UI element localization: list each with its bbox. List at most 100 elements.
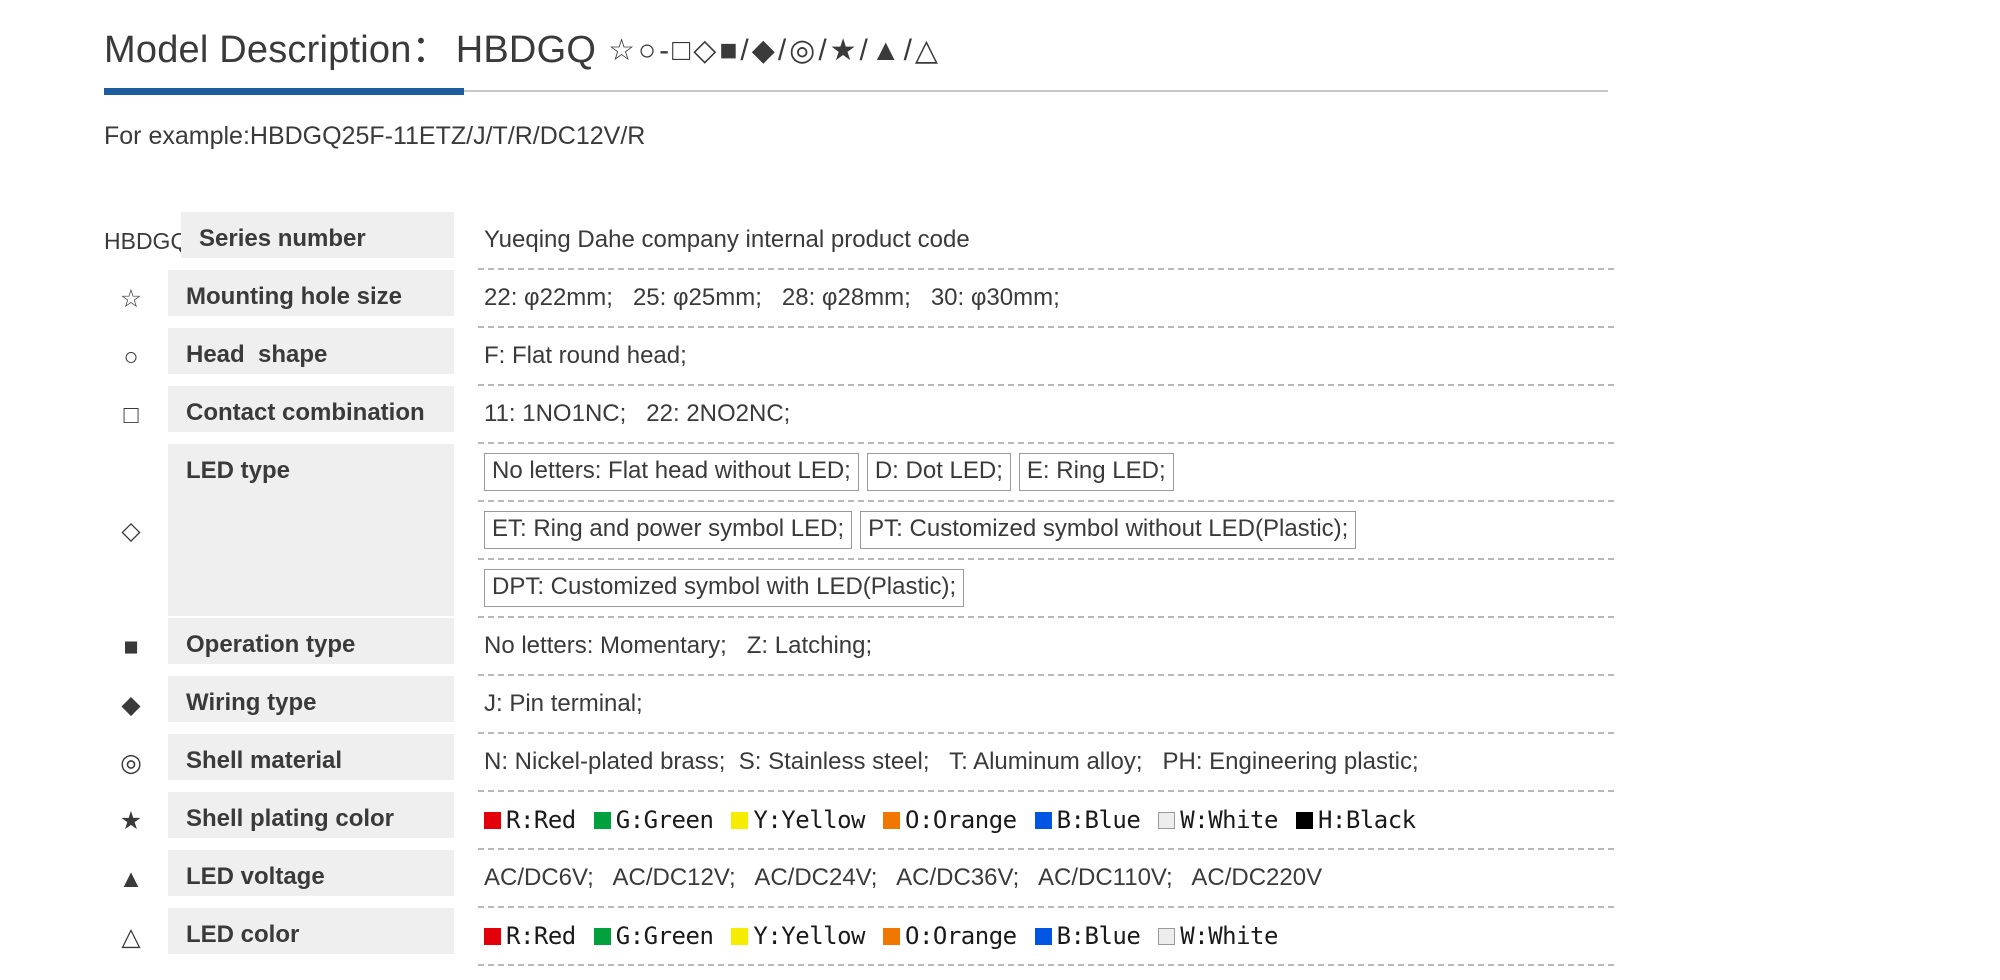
color-swatch-label: G:Green (615, 922, 714, 950)
row-symbol-icon: ○ (123, 342, 139, 371)
color-swatch-icon (731, 811, 749, 829)
color-swatch-icon (593, 811, 611, 829)
color-swatch-icon (883, 811, 900, 829)
color-swatch-icon (1034, 811, 1052, 829)
row-value-cell: AC/DC6V; AC/DC12V; AC/DC24V; AC/DC36V; A… (478, 850, 1614, 908)
model-description-heading: Model Description： HBDGQ ☆○-□◇■/◆/◎/★/▲/… (104, 18, 1624, 73)
color-swatch-icon (593, 927, 611, 945)
row-label: LED voltage (168, 850, 454, 896)
boxed-option: PT: Customized symbol without LED(Plasti… (860, 511, 1357, 549)
color-swatch-label: G:Green (615, 806, 714, 834)
example-model-string: For example:HBDGQ25F-11ETZ/J/T/R/DC12V/R (104, 122, 646, 150)
color-swatch-item: B:Blue (1034, 806, 1141, 834)
row-value-line: 22: φ22mm; 25: φ25mm; 28: φ28mm; 30: φ30… (478, 270, 1614, 328)
row-label: Contact combination (168, 386, 454, 432)
row-value-cell: R:Red G:Green Y:Yellow O:Orange B:Blue W:Whit… (478, 792, 1614, 850)
row-value-cell: J: Pin terminal; (478, 676, 1614, 734)
color-swatch-item: Y:Yellow (731, 922, 865, 950)
table-row: ☆ Mounting hole size 22: φ22mm; 25: φ25mm;… (104, 270, 1614, 328)
row-value-cell: No letters: Momentary; Z: Latching; (478, 618, 1614, 676)
color-swatch-item: R:Red (484, 806, 576, 834)
table-row: HBDGQ Series number Yueqing Dahe company i… (104, 212, 1614, 270)
color-swatch-label: H:Black (1317, 806, 1416, 834)
row-value-line: N: Nickel-plated brass; S: Stainless ste… (478, 734, 1614, 792)
color-swatch-label: B:Blue (1056, 922, 1141, 950)
row-value-line: DPT: Customized symbol with LED(Plastic)… (478, 560, 1614, 618)
row-value-line: F: Flat round head; (478, 328, 1614, 386)
table-row: ◇ LED type No letters: Flat head without L… (104, 444, 1614, 618)
model-breakdown-table: HBDGQ Series number Yueqing Dahe company i… (104, 212, 1614, 966)
color-swatch-item: O:Orange (883, 922, 1017, 950)
table-row: ■ Operation type No letters: Momentary; Z:… (104, 618, 1614, 676)
series-prefix-text: HBDGQ (104, 227, 189, 254)
header-divider (104, 88, 1608, 95)
color-swatch-label: R:Red (506, 806, 576, 834)
row-label: Shell material (168, 734, 454, 780)
row-symbol-icon: △ (121, 922, 141, 951)
row-value-line: J: Pin terminal; (478, 676, 1614, 734)
page-title: Model Description： (104, 29, 450, 71)
row-value-line: No letters: Flat head without LED; D: Dot… (478, 444, 1614, 502)
page-header: Model Description： HBDGQ ☆○-□◇■/◆/◎/★/▲/… (104, 18, 1624, 73)
table-row: □ Contact combination 11: 1NO1NC; 22: 2NO2… (104, 386, 1614, 444)
color-swatch-label: O:Orange (905, 806, 1017, 834)
boxed-option: No letters: Flat head without LED; (484, 453, 859, 491)
table-row: ◎ Shell material N: Nickel-plated brass; S… (104, 734, 1614, 792)
color-swatch-item: W:White (1158, 806, 1278, 834)
row-value-line: AC/DC6V; AC/DC12V; AC/DC24V; AC/DC36V; A… (478, 850, 1614, 908)
color-swatch-item: O:Orange (883, 806, 1017, 834)
table-row: △ LED color R:Red G:Green Y:Yellow O:Orange B:… (104, 908, 1614, 966)
row-value-line: Yueqing Dahe company internal product co… (478, 212, 1614, 270)
row-value-line: ET: Ring and power symbol LED; PT: Custom… (478, 502, 1614, 560)
boxed-option: DPT: Customized symbol with LED(Plastic)… (484, 569, 965, 607)
color-swatch-label: Y:Yellow (753, 806, 865, 834)
row-symbol-icon: ◎ (120, 748, 142, 777)
color-swatch-label: W:White (1180, 922, 1278, 950)
row-label: Mounting hole size (168, 270, 454, 316)
color-swatch-icon (1295, 811, 1313, 829)
color-swatch-list: R:Red G:Green Y:Yellow O:Orange B:Blue W:Whit… (484, 922, 1278, 950)
row-value-cell: Yueqing Dahe company internal product co… (478, 212, 1614, 270)
model-description-page: Model Description： HBDGQ ☆○-□◇■/◆/◎/★/▲/… (0, 0, 2000, 980)
row-label: Shell plating color (168, 792, 454, 838)
color-swatch-item: B:Blue (1034, 922, 1141, 950)
row-value-cell: No letters: Flat head without LED; D: Dot… (478, 444, 1614, 618)
color-swatch-icon (731, 927, 749, 945)
divider-accent-bar (104, 88, 464, 95)
color-swatch-item: G:Green (593, 806, 714, 834)
row-symbol-icon: ◆ (121, 690, 141, 719)
color-swatch-icon (1158, 927, 1176, 945)
row-value-cell: F: Flat round head; (478, 328, 1614, 386)
row-label: Operation type (168, 618, 454, 664)
row-symbol-icon: ■ (123, 632, 139, 661)
color-swatch-label: R:Red (506, 922, 576, 950)
row-symbol-icon: □ (123, 400, 139, 429)
row-symbol-icon: ★ (119, 806, 143, 835)
boxed-option: ET: Ring and power symbol LED; (484, 511, 853, 549)
row-value-cell: R:Red G:Green Y:Yellow O:Orange B:Blue W:Whit… (478, 908, 1614, 966)
row-value-cell: N: Nickel-plated brass; S: Stainless ste… (478, 734, 1614, 792)
color-swatch-item: H:Black (1295, 806, 1416, 834)
row-label: Head shape (168, 328, 454, 374)
color-swatch-icon (1158, 811, 1176, 829)
table-row: ▲ LED voltage AC/DC6V; AC/DC12V; AC/DC24V;… (104, 850, 1614, 908)
row-symbol-icon: ☆ (119, 284, 143, 313)
color-swatch-label: W:White (1180, 806, 1278, 834)
boxed-option: D: Dot LED; (866, 453, 1011, 491)
color-swatch-icon (484, 811, 501, 829)
color-swatch-item: Y:Yellow (731, 806, 865, 834)
model-symbol-sequence: ☆○-□◇■/◆/◎/★/▲/△ (608, 34, 941, 67)
color-swatch-icon (883, 927, 900, 945)
color-swatch-label: B:Blue (1056, 806, 1141, 834)
boxed-option: E: Ring LED; (1018, 453, 1174, 491)
table-row: ★ Shell plating color R:Red G:Green Y:Yellow… (104, 792, 1614, 850)
row-value-line: No letters: Momentary; Z: Latching; (478, 618, 1614, 676)
color-swatch-label: Y:Yellow (753, 922, 865, 950)
table-row: ◆ Wiring type J: Pin terminal; (104, 676, 1614, 734)
color-swatch-list: R:Red G:Green Y:Yellow O:Orange B:Blue W:Whit… (484, 806, 1416, 834)
row-label: Series number (181, 212, 454, 258)
color-swatch-icon (484, 927, 501, 945)
row-label: Wiring type (168, 676, 454, 722)
row-value-cell: 11: 1NO1NC; 22: 2NO2NC; (478, 386, 1614, 444)
color-swatch-label: O:Orange (905, 922, 1017, 950)
